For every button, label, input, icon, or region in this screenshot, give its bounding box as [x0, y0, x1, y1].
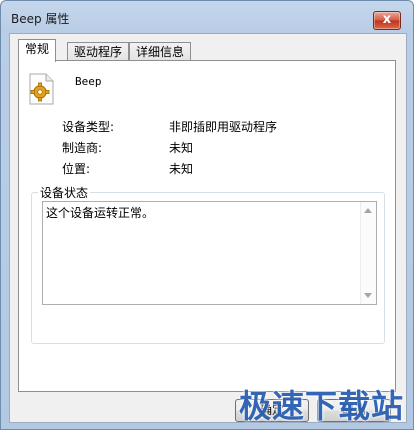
device-status-textbox[interactable]: 这个设备运转正常。 — [42, 201, 377, 305]
close-icon: x — [382, 12, 392, 27]
properties-dialog: Beep 属性 x 常规 驱动程序 详细信息 Beep 设备类型: 非即插即用驱… — [0, 0, 414, 430]
tab-panel-general: Beep 设备类型: 非即插即用驱动程序 制造商: 未知 位置: 未知 设备状态… — [18, 60, 396, 392]
tab-details[interactable]: 详细信息 — [129, 42, 192, 61]
gear-device-icon — [29, 73, 54, 105]
scroll-up-icon[interactable] — [364, 208, 372, 213]
location-value: 未知 — [169, 162, 194, 176]
title-bar[interactable]: Beep 属性 x — [1, 1, 413, 33]
watermark-logo: 极速下载站 — [239, 387, 405, 425]
close-button[interactable]: x — [373, 11, 401, 30]
device-status-text: 这个设备运转正常。 — [46, 206, 155, 220]
manufacturer-value: 未知 — [169, 141, 194, 155]
device-status-group: 设备状态 这个设备运转正常。 — [31, 184, 385, 344]
location-label: 位置: — [62, 162, 91, 176]
tab-driver[interactable]: 驱动程序 — [67, 42, 130, 61]
dialog-body: 常规 驱动程序 详细信息 Beep 设备类型: 非即插即用驱动程序 制造商: 未… — [9, 33, 407, 423]
manufacturer-label: 制造商: — [62, 141, 103, 155]
status-scrollbar[interactable] — [360, 202, 376, 304]
device-type-value: 非即插即用驱动程序 — [169, 120, 278, 134]
tab-general[interactable]: 常规 — [18, 39, 57, 62]
device-status-label: 设备状态 — [38, 184, 91, 201]
window-title: Beep 属性 — [11, 12, 70, 26]
scroll-down-icon[interactable] — [364, 293, 372, 298]
device-type-label: 设备类型: — [62, 120, 115, 134]
device-name: Beep — [75, 75, 102, 88]
